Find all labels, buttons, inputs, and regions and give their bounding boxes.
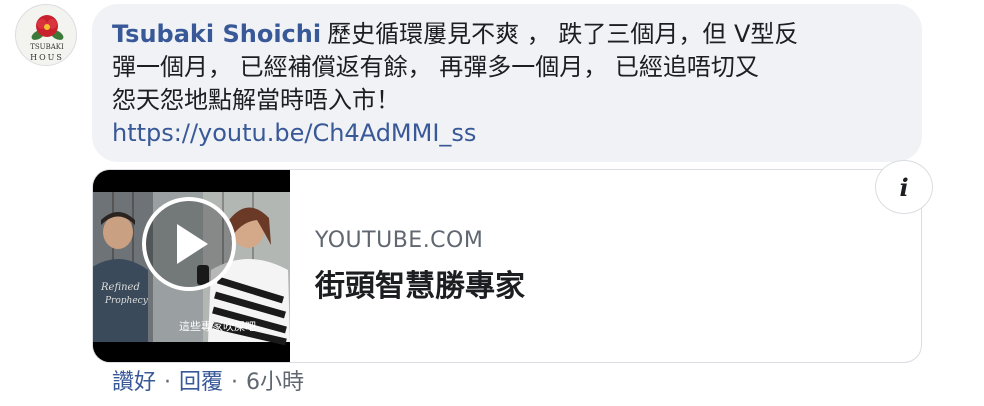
avatar-text-top: TSUBAKI bbox=[30, 43, 64, 51]
camellia-logo-icon: TSUBAKI HOUS bbox=[16, 5, 76, 65]
link-preview-card[interactable]: Refined Prophecy 這些專家吹屎吧 YOUTUBE.COM 街頭智… bbox=[92, 169, 922, 363]
info-icon: i bbox=[899, 172, 909, 202]
avatar-text-bottom: HOUS bbox=[30, 53, 64, 62]
comment-text-3: 怨天怨地點解當時唔入市！ bbox=[112, 86, 400, 114]
video-thumbnail-image: Refined Prophecy 這些專家吹屎吧 bbox=[93, 170, 290, 362]
comment-line-3: 怨天怨地點解當時唔入市！ bbox=[112, 84, 902, 117]
avatar[interactable]: TSUBAKI HOUS bbox=[15, 4, 77, 66]
comment-bubble: Tsubaki Shoichi 歷史循環屢見不爽 ， 跌了三個月，但 V型反 彈一… bbox=[92, 4, 922, 162]
comment-line-2: 彈一個月， 已經補償返有餘， 再彈多一個月， 已經追唔切又 bbox=[112, 51, 902, 84]
thumbnail-caption: 這些專家吹屎吧 bbox=[179, 319, 256, 333]
comment-text-1: 歷史循環屢見不爽 ， 跌了三個月，但 V型反 bbox=[327, 20, 799, 48]
comment-line-1: Tsubaki Shoichi 歷史循環屢見不爽 ， 跌了三個月，但 V型反 bbox=[112, 18, 902, 51]
separator: · bbox=[164, 370, 172, 395]
video-thumbnail[interactable]: Refined Prophecy 這些專家吹屎吧 bbox=[93, 170, 290, 362]
comment-root: TSUBAKI HOUS Tsubaki Shoichi 歷史循環屢見不爽 ， 跌… bbox=[0, 0, 984, 406]
comment-text-2: 彈一個月， 已經補償返有餘， 再彈多一個月， 已經追唔切又 bbox=[112, 53, 759, 81]
info-button[interactable]: i bbox=[875, 160, 933, 214]
comment-link[interactable]: https://youtu.be/Ch4AdMMI_ss bbox=[112, 117, 902, 150]
link-preview-text: YOUTUBE.COM 街頭智慧勝專家 bbox=[315, 228, 525, 305]
comment-actions: 讚好 · 回覆 · 6小時 bbox=[112, 368, 304, 398]
separator: · bbox=[231, 370, 239, 395]
link-title[interactable]: 街頭智慧勝專家 bbox=[315, 261, 525, 305]
reply-button[interactable]: 回覆 bbox=[179, 370, 223, 395]
shirt-text-1: Refined bbox=[100, 282, 140, 293]
link-domain: YOUTUBE.COM bbox=[315, 228, 484, 253]
like-button[interactable]: 讚好 bbox=[112, 370, 156, 395]
timestamp[interactable]: 6小時 bbox=[246, 370, 304, 395]
comment-author[interactable]: Tsubaki Shoichi bbox=[112, 20, 321, 48]
shirt-text-2: Prophecy bbox=[104, 296, 149, 306]
